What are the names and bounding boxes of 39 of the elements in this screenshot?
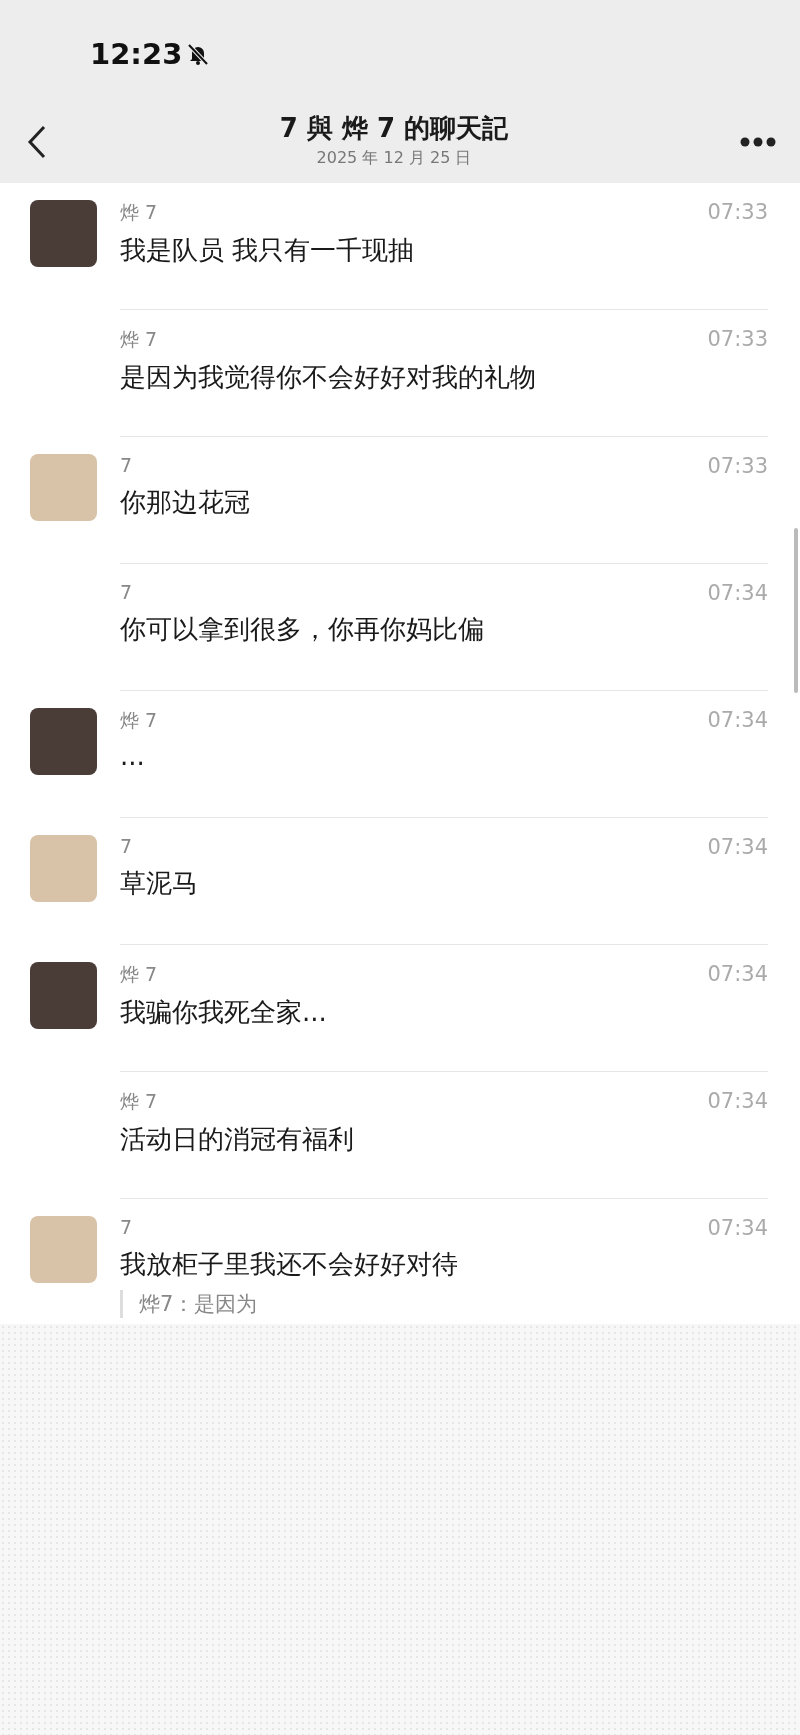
message-time: 07:33 [707,200,768,226]
sender-name: 7 [120,835,133,859]
sender-name: 烨 7 [120,708,158,733]
message-time: 07:34 [707,835,768,859]
message-time: 07:33 [707,454,768,478]
message-time: 07:34 [707,708,768,734]
message-text: ... [120,741,145,771]
more-icon[interactable] [740,136,776,147]
avatar-photo-placeholder[interactable] [30,835,97,902]
message-text: 我放柜子里我还不会好好对待 [120,1248,458,1281]
message-time: 07:34 [707,1089,768,1115]
message-text: 你可以拿到很多，你再你妈比偏 [120,613,484,646]
avatar-photo-placeholder[interactable] [30,1216,97,1283]
avatar-photo-placeholder[interactable] [30,962,97,1029]
back-icon[interactable] [26,123,48,160]
chat-date: 2025 年 12 月 25 日 [316,147,472,169]
message-time: 07:34 [707,581,768,605]
sender-name: 7 [120,454,133,478]
message-text: 是因为我觉得你不会好好对我的礼物 [120,361,536,394]
avatar-photo-placeholder[interactable] [30,708,97,775]
sender-name: 烨 7 [120,962,158,987]
message-text: 你那边花冠 [120,486,250,519]
message-time: 07:33 [707,327,768,353]
sender-name: 烨 7 [120,1089,158,1114]
message-text: 我骗你我死全家... [120,996,327,1029]
message-time: 07:34 [707,1216,768,1240]
sender-name: 烨 7 [120,200,158,225]
avatar-photo-placeholder[interactable] [30,200,97,267]
message-text: 我是队员 我只有一千现抽 [120,234,415,267]
sender-name: 7 [120,1216,133,1240]
status-time: 12:23 [90,37,183,71]
message-time: 07:34 [707,962,768,988]
message-text: 活动日的消冠有福利 [120,1123,354,1156]
message-text: 草泥马 [120,867,198,900]
chat-title: 7 與 烨 7 的聊天記 [279,111,509,145]
sender-name: 7 [120,581,133,605]
avatar-photo-placeholder[interactable] [30,454,97,521]
sender-name: 烨 7 [120,327,158,352]
quoted-message: 烨7：是因为 [120,1290,258,1318]
